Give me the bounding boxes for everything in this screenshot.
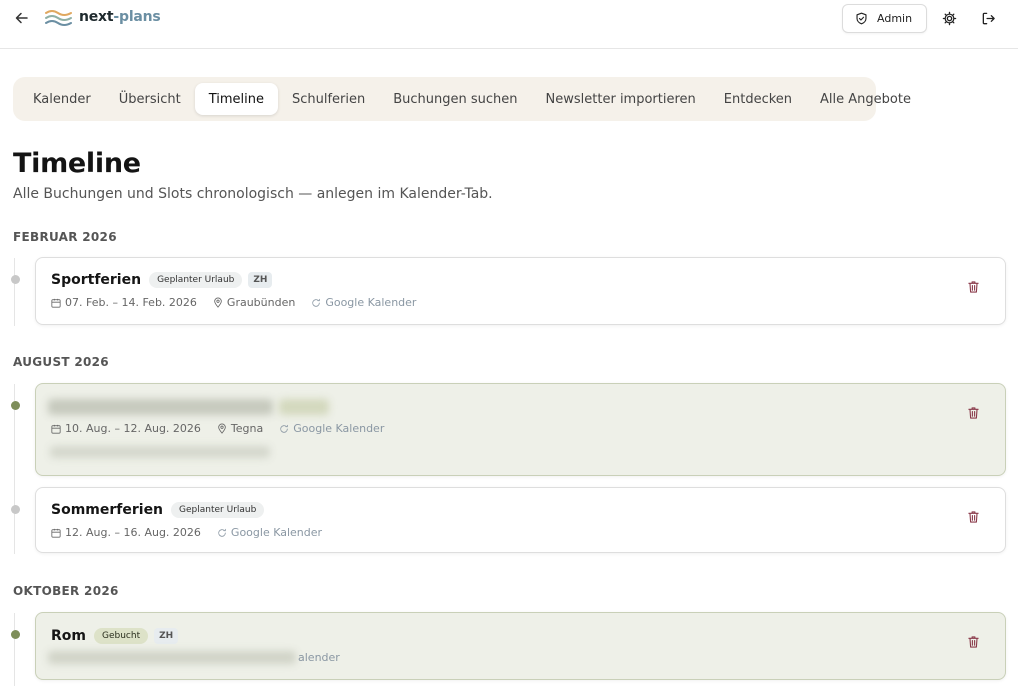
timeline-line	[14, 258, 15, 326]
timeline-line	[14, 613, 15, 686]
tab-alle-angebote[interactable]: Alle Angebote	[806, 83, 925, 115]
redacted-meta	[48, 651, 296, 664]
tab-entdecken[interactable]: Entdecken	[710, 83, 806, 115]
tab-uebersicht[interactable]: Übersicht	[105, 83, 195, 115]
entry-source: Google Kalender	[293, 422, 385, 435]
waves-logo-icon	[44, 8, 74, 28]
calendar-icon	[51, 528, 61, 538]
status-badge: Gebucht	[94, 628, 149, 644]
page-subtitle: Alle Buchungen und Slots chronologisch —…	[13, 186, 493, 202]
entry-dates: 10. Aug. – 12. Aug. 2026	[65, 422, 201, 435]
timeline-dot	[11, 275, 20, 284]
settings-gear-icon[interactable]	[939, 8, 959, 28]
tab-schulferien[interactable]: Schulferien	[278, 83, 379, 115]
entry-dates: 12. Aug. – 16. Aug. 2026	[65, 526, 201, 539]
entry-title: Sommerferien	[51, 502, 164, 518]
redacted-title	[48, 399, 273, 415]
trash-icon[interactable]	[965, 509, 981, 525]
tab-buchungen-suchen[interactable]: Buchungen suchen	[379, 83, 531, 115]
entry-location: Graubünden	[226, 296, 296, 309]
app-header: next-plans Admin	[0, 0, 1018, 49]
admin-button[interactable]: Admin	[842, 4, 927, 33]
calendar-icon	[51, 298, 61, 308]
timeline-entry-card[interactable]: Rom Gebucht ZH alender	[35, 612, 1006, 680]
status-badge: Geplanter Urlaub	[171, 502, 265, 518]
entry-dates: 07. Feb. – 14. Feb. 2026	[65, 296, 197, 309]
timeline-entry-card[interactable]: Sportferien Geplanter Urlaub ZH 07. Feb.…	[35, 257, 1006, 325]
region-tag: ZH	[248, 272, 273, 288]
timeline-dot	[11, 630, 20, 639]
tab-kalender[interactable]: Kalender	[19, 83, 105, 115]
trash-icon[interactable]	[965, 634, 981, 650]
location-pin-icon	[218, 423, 226, 434]
trash-icon[interactable]	[965, 405, 981, 421]
timeline-dot	[11, 505, 20, 514]
brand-name-part1: next	[79, 9, 114, 25]
sync-icon	[312, 298, 321, 307]
admin-label: Admin	[877, 12, 913, 25]
month-heading: FEBRUAR 2026	[13, 230, 117, 244]
page-title: Timeline	[13, 148, 141, 179]
timeline-dot	[11, 401, 20, 410]
calendar-icon	[51, 424, 61, 434]
entry-source: Google Kalender	[325, 296, 417, 309]
brand-name-part2: -plans	[113, 9, 161, 25]
status-badge: Geplanter Urlaub	[149, 272, 243, 288]
entry-source: alender	[298, 651, 340, 664]
sync-icon	[218, 528, 226, 537]
timeline-entry-card[interactable]: 10. Aug. – 12. Aug. 2026 Tegna Google Ka…	[35, 383, 1006, 476]
logout-icon[interactable]	[978, 8, 998, 28]
redacted-badge	[279, 399, 329, 415]
main-tabs: Kalender Übersicht Timeline Schulferien …	[13, 77, 911, 121]
trash-icon[interactable]	[965, 279, 981, 295]
brand-name[interactable]: next-plans	[79, 9, 161, 25]
region-tag: ZH	[154, 628, 179, 644]
sync-icon	[280, 424, 288, 433]
timeline-entry-card[interactable]: Sommerferien Geplanter Urlaub 12. Aug. –…	[35, 487, 1006, 553]
redacted-notes	[50, 446, 270, 458]
entry-source: Google Kalender	[230, 526, 323, 539]
location-pin-icon	[214, 297, 222, 308]
month-heading: OKTOBER 2026	[13, 584, 119, 598]
entry-title: Rom	[51, 628, 86, 644]
tab-newsletter-importieren[interactable]: Newsletter importieren	[532, 83, 710, 115]
shield-check-icon	[856, 12, 867, 25]
month-heading: AUGUST 2026	[13, 355, 109, 369]
tab-timeline[interactable]: Timeline	[194, 83, 278, 115]
entry-location: Tegna	[230, 422, 264, 435]
entry-title: Sportferien	[51, 272, 142, 288]
back-arrow-icon[interactable]	[12, 8, 32, 28]
